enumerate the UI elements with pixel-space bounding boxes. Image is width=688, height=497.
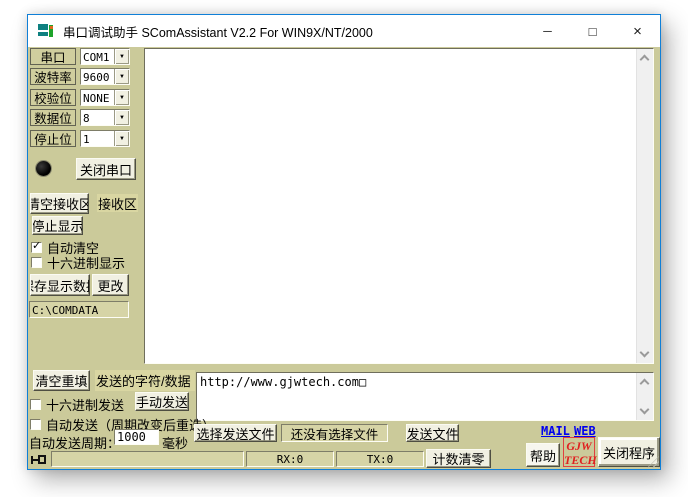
checkbox-box[interactable]: ✓ [30,399,41,410]
send-textarea[interactable]: http://www.gjwtech.com□ [196,372,654,421]
title-bar[interactable]: 串口调试助手 SComAssistant V2.2 For WIN9X/NT/2… [28,15,660,47]
parity-select[interactable]: NONE ▼ [80,89,130,106]
file-status-field: 还没有选择文件 [281,424,388,442]
desktop: 串口调试助手 SComAssistant V2.2 For WIN9X/NT/2… [0,0,688,497]
caption-buttons: ─ □ × [525,15,660,47]
send-scrollbar[interactable] [636,373,653,420]
receive-scrollbar[interactable] [636,49,653,363]
help-button[interactable]: 帮助 [526,443,560,467]
counter-reset-button[interactable]: 计数清零 [426,449,491,468]
maximize-button[interactable]: □ [570,15,615,47]
stop-bits-select[interactable]: 1 ▼ [80,130,130,147]
period-input[interactable] [114,429,159,445]
logo-line2: TECH [564,453,594,467]
web-link[interactable]: WEB [574,424,596,438]
send-data-label: 发送的字符/数据 [95,370,195,391]
minimize-button[interactable]: ─ [525,15,570,47]
logo-line1: GJW [564,439,594,453]
close-port-button[interactable]: 关闭串口 [76,158,136,180]
manual-send-button[interactable]: 手动发送 [135,392,189,411]
mail-link[interactable]: MAIL [541,424,570,438]
data-bits-select[interactable]: 8 ▼ [80,109,130,126]
scroll-up-icon[interactable] [640,55,650,65]
receive-area-label: 接收区 [97,194,138,212]
parity-label: 校验位 [30,89,76,106]
close-program-button[interactable]: 关闭程序 [598,437,660,467]
app-window: 串口调试助手 SComAssistant V2.2 For WIN9X/NT/2… [27,14,661,470]
baud-rate-select[interactable]: 9600 ▼ [80,68,130,85]
close-button[interactable]: × [615,15,660,47]
scroll-down-icon[interactable] [640,348,650,358]
scroll-up-icon[interactable] [640,379,650,389]
chevron-down-icon[interactable]: ▼ [114,110,129,125]
save-data-button[interactable]: 保存显示数据 [30,274,90,296]
app-icon [38,23,54,39]
save-path-field[interactable]: C:\COMDATA [29,301,129,318]
checkbox-box[interactable]: ✓ [31,257,42,268]
baud-rate-value: 9600 [81,69,114,84]
client-area: 串口 COM1 ▼ 波特率 9600 ▼ 校验位 NONE ▼ 数据位 8 ▼ … [28,47,660,469]
receive-textarea[interactable] [144,48,654,364]
hex-display-checkbox[interactable]: ✓ 十六进制显示 [31,253,125,272]
stop-bits-label: 停止位 [30,130,76,147]
baud-rate-label: 波特率 [30,68,76,85]
chevron-down-icon[interactable]: ▼ [114,90,129,105]
com-port-label: 串口 [30,48,76,65]
rx-counter: RX:0 [246,451,334,467]
com-port-value: COM1 [81,49,114,64]
data-bits-label: 数据位 [30,109,76,126]
auto-send-period-label: 自动发送周期： [29,433,120,452]
check-icon: ✓ [32,239,41,252]
clear-receive-button[interactable]: 清空接收区 [30,193,89,214]
chevron-down-icon[interactable]: ▼ [114,131,129,146]
window-title: 串口调试助手 SComAssistant V2.2 For WIN9X/NT/2… [63,22,373,41]
send-text: http://www.gjwtech.com□ [200,375,633,389]
hex-send-checkbox[interactable]: ✓ 十六进制发送 [30,395,124,414]
stop-bits-value: 1 [81,131,114,146]
com-port-select[interactable]: COM1 ▼ [80,48,130,65]
gjw-tech-logo[interactable]: GJW TECH [563,437,595,467]
choose-file-button[interactable]: 选择发送文件 [194,424,277,442]
chevron-down-icon[interactable]: ▼ [114,49,129,64]
change-path-button[interactable]: 更改 [92,274,129,296]
checkbox-box[interactable]: ✓ [31,242,42,253]
tx-counter: TX:0 [336,451,424,467]
hex-send-label: 十六进制发送 [46,395,124,414]
hex-display-label: 十六进制显示 [47,253,125,272]
period-unit-label: 毫秒 [162,433,188,452]
parity-value: NONE [81,90,114,105]
port-status-led [36,161,51,176]
status-message [51,451,244,467]
send-file-button[interactable]: 发送文件 [406,424,459,442]
stop-display-button[interactable]: 停止显示 [32,216,83,235]
clear-refill-button[interactable]: 清空重填 [33,370,90,391]
checkbox-box[interactable]: ✓ [30,419,41,430]
chevron-down-icon[interactable]: ▼ [114,69,129,84]
scroll-down-icon[interactable] [640,405,650,415]
data-bits-value: 8 [81,110,114,125]
status-pin-icon [31,454,47,466]
